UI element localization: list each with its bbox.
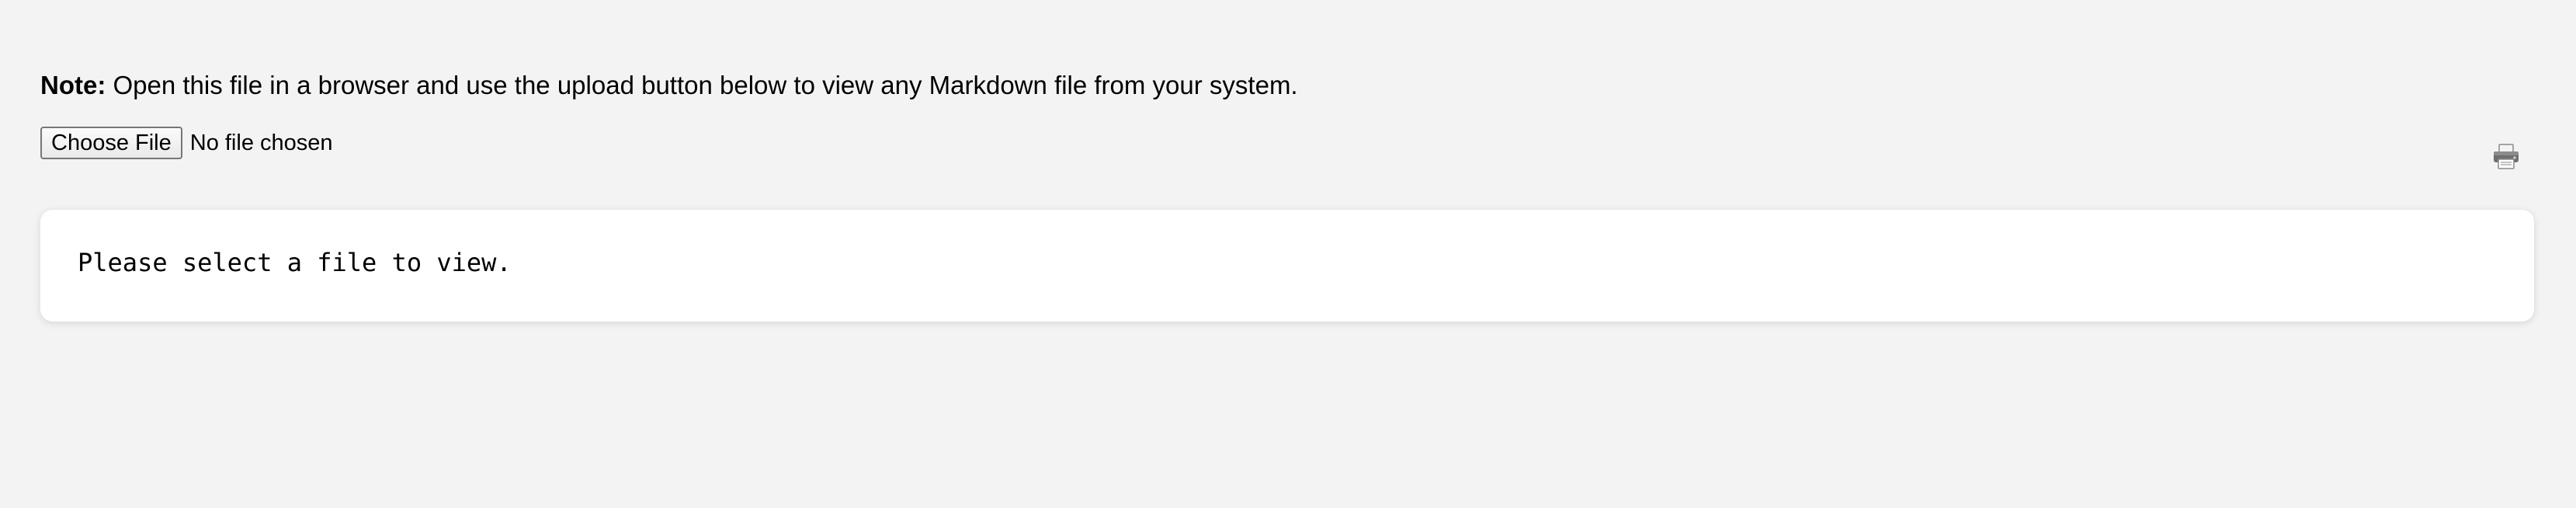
note-body: Open this file in a browser and use the … [106,71,1298,99]
choose-file-button[interactable]: Choose File [40,127,182,159]
note-text: Note: Open this file in a browser and us… [40,70,1298,101]
printer-icon [2494,144,2519,169]
file-status: No file chosen [189,130,333,155]
print-button[interactable] [2491,141,2522,172]
file-upload[interactable]: Choose File No file chosen [40,127,333,159]
note-label: Note: [40,71,106,99]
markdown-viewer: Please select a file to view. [40,210,2534,322]
viewer-placeholder: Please select a file to view. [78,248,512,277]
